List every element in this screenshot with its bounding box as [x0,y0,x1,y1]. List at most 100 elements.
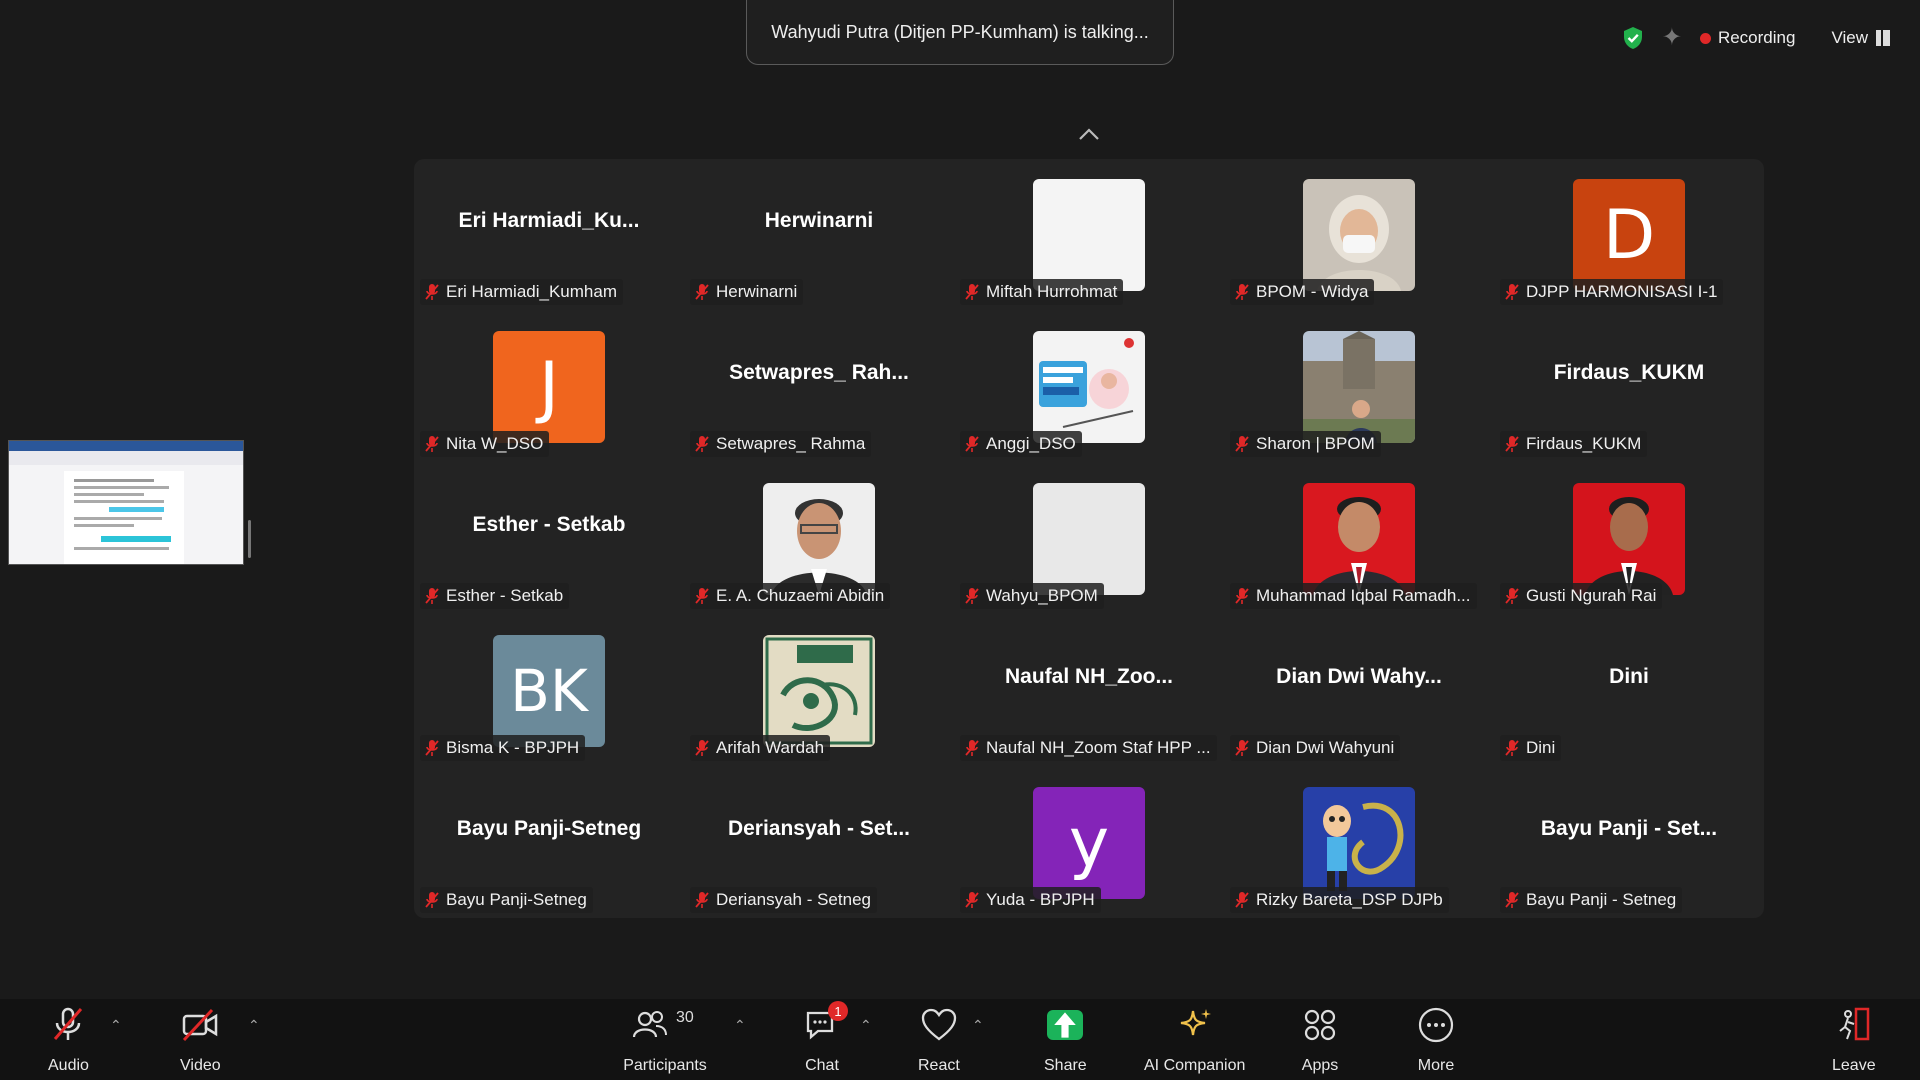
participant-tile[interactable]: Esther - Setkab Esther - Setkab [414,463,684,615]
participant-tile[interactable]: J Nita W_DSO [414,311,684,463]
participant-name-label: Muhammad Iqbal Ramadh... [1230,583,1477,609]
participant-tile[interactable]: Bayu Panji - Set... Bayu Panji - Setneg [1494,767,1764,919]
person-photo-icon [1303,331,1415,443]
participant-name-label: Nita W_DSO [420,431,550,457]
muted-mic-icon [1505,892,1519,908]
participant-name-label: Firdaus_KUKM [1500,431,1648,457]
chat-options-caret[interactable]: ⌃ [860,1017,872,1034]
participant-tile[interactable]: Muhammad Iqbal Ramadh... [1224,463,1494,615]
participant-tile[interactable]: y Yuda - BPJPH [954,767,1224,919]
participant-name: Wahyu_BPOM [986,586,1098,605]
meeting-toolbar: Audio ⌃ Video ⌃ 30 Participants ⌃ 1 Chat… [0,999,1920,1080]
participant-tile[interactable]: Dini Dini [1494,615,1764,767]
participant-tile[interactable]: Sharon | BPOM [1224,311,1494,463]
participants-options-caret[interactable]: ⌃ [734,1017,746,1034]
ai-companion-label: AI Companion [1144,1057,1246,1074]
participant-name: Nita W_DSO [446,434,544,453]
participant-tile[interactable]: Eri Harmiadi_Ku... Eri Harmiadi_Kumham [414,159,684,311]
avatar [763,635,875,747]
participant-name: Dian Dwi Wahyuni [1256,738,1395,757]
avatar: y [1033,787,1145,899]
participant-tile[interactable]: D DJPP HARMONISASI I-1 [1494,159,1764,311]
participant-name: Gusti Ngurah Rai [1526,586,1657,605]
participant-name: Miftah Hurrohmat [986,282,1118,301]
participant-display-name: Esther - Setkab [472,513,626,536]
participant-name: Rizky Bareta_DSP DJPb [1256,890,1443,909]
muted-mic-icon [965,588,979,604]
audio-button[interactable]: Audio [48,1005,89,1075]
participant-name: Setwapres_ Rahma [716,434,866,453]
participant-name: Anggi_DSO [986,434,1076,453]
recording-indicator[interactable]: Recording [1699,28,1796,48]
participant-name: DJPP HARMONISASI I-1 [1526,282,1718,301]
participant-tile[interactable]: Anggi_DSO [954,311,1224,463]
muted-mic-icon [1235,740,1249,756]
participant-name: Herwinarni [716,282,798,301]
participant-name: Bayu Panji - Setneg [1526,890,1677,909]
participant-tile[interactable]: Deriansyah - Set... Deriansyah - Setneg [684,767,954,919]
recording-dot-icon [1699,32,1711,44]
participant-tile[interactable]: Gusti Ngurah Rai [1494,463,1764,615]
muted-mic-icon [1235,588,1249,604]
participant-name-label: Bisma K - BPJPH [420,735,586,761]
share-button[interactable]: Share [1044,1005,1087,1075]
video-button[interactable]: Video [180,1005,221,1075]
participant-name-label: Sharon | BPOM [1230,431,1381,457]
muted-mic-icon [695,436,709,452]
participant-tile[interactable]: BK Bisma K - BPJPH [414,615,684,767]
participant-name-label: Eri Harmiadi_Kumham [420,279,623,305]
participant-tile[interactable]: Miftah Hurrohmat [954,159,1224,311]
participant-name-label: Herwinarni [690,279,804,305]
ai-sparkle-icon[interactable]: ✦ [1662,26,1682,50]
participant-name: Muhammad Iqbal Ramadh... [1256,586,1471,605]
participant-tile[interactable]: Herwinarni Herwinarni [684,159,954,311]
chat-button[interactable]: 1 Chat [802,1001,848,1075]
participant-tile[interactable]: Wahyu_BPOM [954,463,1224,615]
participant-name: Naufal NH_Zoom Staf HPP ... [986,738,1211,757]
ai-companion-button[interactable]: AI Companion [1144,1005,1245,1075]
participant-name-label: Wahyu_BPOM [960,583,1104,609]
participant-tile[interactable]: Naufal NH_Zoo... Naufal NH_Zoom Staf HPP… [954,615,1224,767]
react-options-caret[interactable]: ⌃ [972,1017,984,1034]
participant-name: Esther - Setkab [446,586,564,605]
share-screen-icon [1047,1010,1084,1040]
meeting-status-bar: ✦ Recording View [1622,26,1890,50]
participant-tile[interactable]: Arifah Wardah [684,615,954,767]
gallery-page-up-button[interactable] [1036,110,1142,158]
leave-button[interactable]: Leave [1832,1005,1876,1075]
participant-display-name: Bayu Panji-Setneg [456,817,642,840]
audio-options-caret[interactable]: ⌃ [110,1017,122,1034]
ai-companion-sparkle-icon [1180,1009,1211,1036]
participant-name: Arifah Wardah [716,738,825,757]
thumbnail-resize-handle[interactable] [248,520,251,558]
participant-name: Firdaus_KUKM [1526,434,1642,453]
document-preview-icon [9,441,243,564]
participant-tile[interactable]: Dian Dwi Wahy... Dian Dwi Wahyuni [1224,615,1494,767]
encryption-shield-icon[interactable] [1622,26,1644,50]
active-speaker-banner: Wahyudi Putra (Ditjen PP-Kumham) is talk… [746,0,1174,65]
more-button[interactable]: More [1416,1005,1456,1075]
react-button[interactable]: React [918,1005,960,1075]
participant-tile[interactable]: Bayu Panji-Setneg Bayu Panji-Setneg [414,767,684,919]
video-options-caret[interactable]: ⌃ [248,1017,260,1034]
participant-name-label: Deriansyah - Setneg [690,887,877,913]
participant-tile[interactable]: Rizky Bareta_DSP DJPb [1224,767,1494,919]
chevron-up-icon [1079,128,1099,140]
person-photo-icon [1573,483,1685,595]
apps-button[interactable]: Apps [1300,1005,1340,1075]
person-photo-icon [763,483,875,595]
recording-label: Recording [1717,28,1796,47]
muted-mic-icon [695,588,709,604]
participant-tile[interactable]: BPOM - Widya [1224,159,1494,311]
shared-screen-thumbnail[interactable] [8,440,244,565]
muted-mic-icon [1505,740,1519,756]
muted-mic-icon [1235,284,1249,300]
view-button[interactable]: View [1831,28,1890,48]
participant-tile[interactable]: E. A. Chuzaemi Abidin [684,463,954,615]
participants-button[interactable]: 30 Participants [620,1005,710,1075]
participant-tile[interactable]: Setwapres_ Rah... Setwapres_ Rahma [684,311,954,463]
participant-name-label: Rizky Bareta_DSP DJPb [1230,887,1449,913]
participant-tile[interactable]: Firdaus_KUKM Firdaus_KUKM [1494,311,1764,463]
avatar: D [1573,179,1685,291]
participant-name: Deriansyah - Setneg [716,890,871,909]
